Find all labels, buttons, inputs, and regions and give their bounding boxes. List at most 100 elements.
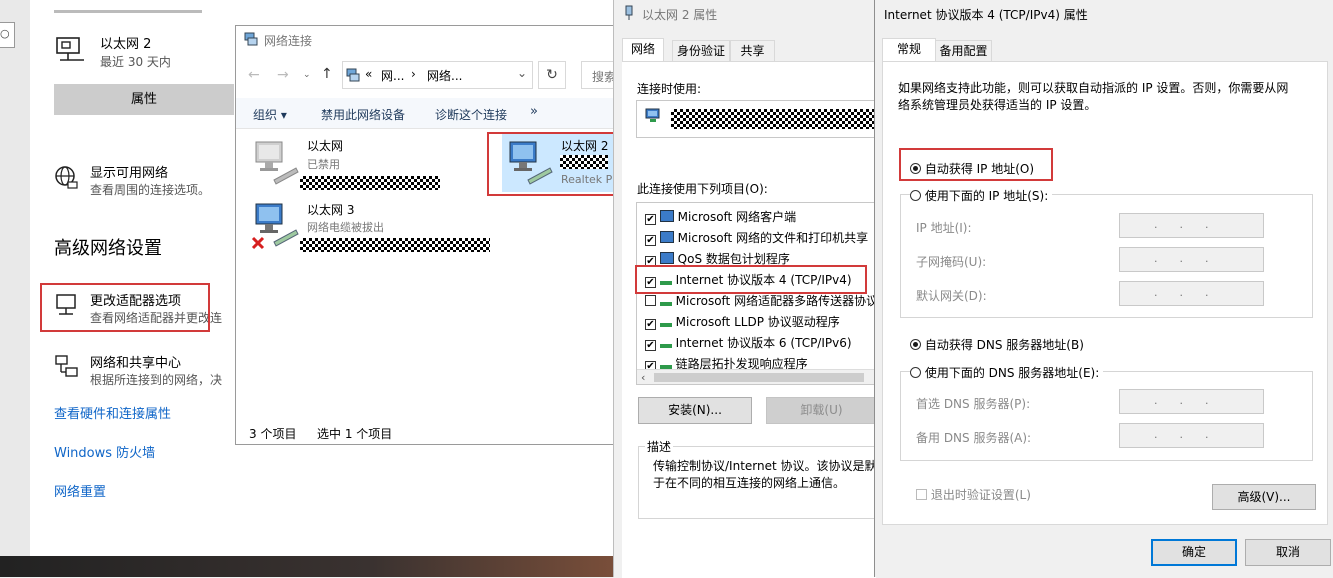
more-toolbar-button[interactable]: » <box>530 104 538 119</box>
title-adapter-icon <box>624 5 634 21</box>
intro-line-1: 如果网络支持此功能，则可以获取自动指派的 IP 设置。否则，你需要从网 <box>898 81 1289 95</box>
checkbox-empty-icon[interactable] <box>916 489 927 500</box>
network-tab-panel: 连接时使用: 此连接使用下列项目(O): ✔ Microsoft 网络客户端 ✔… <box>622 61 877 578</box>
adapter-name-redacted <box>671 109 877 129</box>
manual-ip-radio[interactable]: 使用下面的 IP 地址(S): <box>910 187 1053 204</box>
scroll-left-arrow-icon[interactable]: ‹ <box>641 371 645 384</box>
recent-dropdown-icon[interactable]: ⌄ <box>303 70 311 80</box>
ethernet-sub: 最近 30 天内 <box>100 55 171 69</box>
component-icon <box>659 338 672 348</box>
adapter-status: 网络电缆被拔出 <box>307 221 384 234</box>
component-label: Microsoft 网络的文件和打印机共享 <box>677 231 869 245</box>
address-dropdown-icon[interactable]: ⌄ <box>517 66 527 80</box>
component-icon <box>659 252 674 264</box>
show-networks-title[interactable]: 显示可用网络 <box>90 162 168 181</box>
component-checkbox[interactable]: ✔ <box>645 235 656 246</box>
link-reset[interactable]: 网络重置 <box>54 481 106 500</box>
change-adapter-highlight <box>40 283 210 332</box>
sharing-icon <box>54 354 80 380</box>
sharing-center-title[interactable]: 网络和共享中心 <box>90 352 181 371</box>
radio-unselected-icon[interactable] <box>910 367 921 378</box>
adapter-name: 以太网 <box>307 139 344 153</box>
component-label: Microsoft 网络适配器多路传送器协议 <box>675 294 876 308</box>
address-separator: › <box>411 67 416 81</box>
tab-general[interactable]: 常规 <box>882 38 936 62</box>
description-label: 描述 <box>645 438 674 455</box>
install-button[interactable]: 安装(N)... <box>638 397 752 424</box>
address-prefix: « <box>365 67 373 81</box>
subnet-mask-input[interactable]: ... <box>1119 247 1264 272</box>
manual-ip-label: 使用下面的 IP 地址(S): <box>924 189 1049 203</box>
default-gateway-input[interactable]: ... <box>1119 281 1264 306</box>
back-button[interactable]: ← <box>248 67 260 83</box>
address-segment-1[interactable]: 网... <box>381 67 404 84</box>
component-icon <box>659 317 672 327</box>
address-segment-2[interactable]: 网络... <box>427 67 462 84</box>
tab-alternate-config[interactable]: 备用配置 <box>935 40 992 61</box>
scroll-thumb[interactable] <box>654 373 864 382</box>
ok-button[interactable]: 确定 <box>1151 539 1237 566</box>
validate-label: 退出时验证设置(L) <box>930 488 1031 502</box>
adapter-item-ethernet[interactable]: 以太网 已禁用 <box>250 136 470 192</box>
component-label: Internet 协议版本 6 (TCP/IPv6) <box>675 336 852 350</box>
adapter-item-ethernet-3[interactable]: 以太网 3 网络电缆被拔出 <box>250 198 510 254</box>
manual-dns-radio[interactable]: 使用下面的 DNS 服务器地址(E): <box>910 364 1104 381</box>
adapter-disabled-icon <box>250 138 300 188</box>
forward-button[interactable]: → <box>277 67 289 83</box>
component-icon <box>659 296 672 306</box>
radio-selected-icon[interactable] <box>910 339 921 350</box>
cancel-button[interactable]: 取消 <box>1245 539 1331 566</box>
component-checkbox[interactable]: ✔ <box>645 340 656 351</box>
horizontal-scrollbar[interactable]: ‹ <box>637 369 876 384</box>
adapter-icon <box>645 108 661 124</box>
desktop-taskbar <box>0 556 620 577</box>
advanced-heading: 高级网络设置 <box>54 238 162 259</box>
uninstall-button[interactable]: 卸载(U) <box>766 397 876 424</box>
auto-ip-highlight <box>899 148 1053 181</box>
component-checkbox[interactable] <box>645 295 656 306</box>
tab-network[interactable]: 网络 <box>622 38 664 62</box>
adapter-name: 以太网 3 <box>307 203 355 217</box>
link-firewall[interactable]: Windows 防火墙 <box>54 442 155 461</box>
netconn-title: 网络连接 <box>264 34 313 48</box>
refresh-button[interactable]: ↻ <box>538 61 566 89</box>
search-stub[interactable]: ○ <box>0 22 15 48</box>
default-gateway-label: 默认网关(D): <box>916 289 987 303</box>
alternate-dns-label: 备用 DNS 服务器(A): <box>916 431 1032 445</box>
diagnose-button[interactable]: 诊断这个连接 <box>435 106 507 123</box>
component-item[interactable]: ✔ Microsoft LLDP 协议驱动程序 <box>645 313 840 330</box>
adapter-status: 已禁用 <box>307 158 340 171</box>
advanced-button[interactable]: 高级(V)... <box>1212 484 1316 510</box>
tab-sharing[interactable]: 共享 <box>730 40 775 61</box>
link-hardware[interactable]: 查看硬件和连接属性 <box>54 403 171 422</box>
radio-unselected-icon[interactable] <box>910 190 921 201</box>
sharing-center-sub: 根据所连接到的网络，决 <box>90 373 223 387</box>
ip-address-input[interactable]: ... <box>1119 213 1264 238</box>
component-item[interactable]: Microsoft 网络适配器多路传送器协议 <box>645 292 876 309</box>
validate-on-exit-checkbox[interactable]: 退出时验证设置(L) <box>916 486 1031 503</box>
ethernet-2-properties-dialog: 以太网 2 属性 网络 身份验证 共享 连接时使用: 此连接使用下列项目(O):… <box>613 0 877 578</box>
component-checkbox[interactable]: ✔ <box>645 319 656 330</box>
ipv4-properties-dialog: Internet 协议版本 4 (TCP/IPv4) 属性 常规 备用配置 如果… <box>874 0 1333 577</box>
address-bar[interactable]: « 网... › 网络... ⌄ <box>342 61 533 89</box>
up-button[interactable]: ↑ <box>321 66 333 82</box>
component-item[interactable]: ✔ Microsoft 网络的文件和打印机共享 <box>645 229 868 246</box>
component-item[interactable]: ✔ Microsoft 网络客户端 <box>645 208 796 225</box>
preferred-dns-input[interactable]: ... <box>1119 389 1264 414</box>
properties-button[interactable]: 属性 <box>54 84 234 115</box>
component-item[interactable]: ✔ Internet 协议版本 6 (TCP/IPv6) <box>645 334 852 351</box>
tab-authentication[interactable]: 身份验证 <box>672 40 730 61</box>
adapter-2-highlight <box>487 132 621 196</box>
auto-dns-radio[interactable]: 自动获得 DNS 服务器地址(B) <box>910 336 1084 353</box>
alternate-dns-input[interactable]: ... <box>1119 423 1264 448</box>
disable-device-button[interactable]: 禁用此网络设备 <box>321 106 405 123</box>
address-folder-icon <box>346 68 360 82</box>
manual-dns-label: 使用下面的 DNS 服务器地址(E): <box>924 366 1100 380</box>
component-label: Microsoft 网络客户端 <box>677 210 797 224</box>
top-line <box>54 10 202 13</box>
preferred-dns-label: 首选 DNS 服务器(P): <box>916 397 1031 411</box>
auto-dns-label: 自动获得 DNS 服务器地址(B) <box>924 338 1084 352</box>
component-icon <box>659 231 674 243</box>
organize-menu[interactable]: 组织 ▾ <box>253 106 287 123</box>
component-checkbox[interactable]: ✔ <box>645 214 656 225</box>
